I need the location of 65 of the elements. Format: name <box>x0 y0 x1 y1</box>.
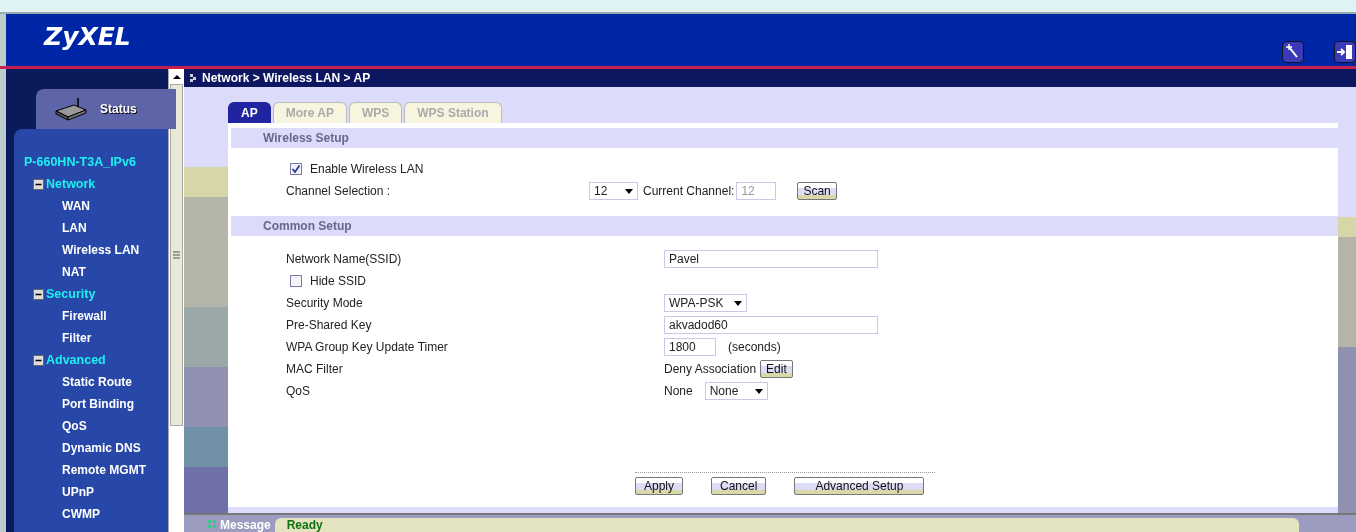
caret-icon <box>625 188 633 194</box>
field-label: Pre-Shared Key <box>286 318 373 332</box>
menu-group[interactable]: Network <box>46 177 96 191</box>
menu-item[interactable]: Dynamic DNS <box>62 441 141 455</box>
menu-item[interactable]: Static Route <box>62 375 132 389</box>
menu-item[interactable]: Filter <box>62 331 92 345</box>
input-field[interactable]: Pavel <box>664 250 878 268</box>
caret-icon <box>734 300 742 306</box>
menu-item[interactable]: Remote MGMT <box>62 463 146 477</box>
checkbox[interactable] <box>290 275 302 287</box>
checkbox-label: Enable Wireless LAN <box>310 162 424 176</box>
collapse-icon[interactable] <box>33 178 44 190</box>
checkbox[interactable] <box>290 163 302 175</box>
field-label: QoS <box>286 384 311 398</box>
router-icon <box>54 97 88 121</box>
collapse-icon[interactable] <box>33 288 44 300</box>
menu-group[interactable]: Security <box>46 287 96 301</box>
section-title: Wireless Setup <box>263 131 349 145</box>
input-field[interactable]: 1800 <box>664 338 716 356</box>
form-button[interactable]: Cancel <box>711 477 767 495</box>
menu-item[interactable]: QoS <box>62 419 87 433</box>
field-label: Security Mode <box>286 296 364 310</box>
field-label: Current Channel: <box>643 184 735 198</box>
dropdown[interactable]: None <box>704 382 768 400</box>
grip-icon <box>173 251 180 259</box>
status-text: None <box>664 384 693 398</box>
status-tab[interactable]: Status <box>100 102 137 116</box>
scrollbar-thumb[interactable] <box>170 84 183 426</box>
edit-button[interactable]: Edit <box>760 360 793 378</box>
menu-group[interactable]: Advanced <box>46 353 106 367</box>
collapse-icon[interactable] <box>33 354 44 366</box>
menu-item[interactable]: WAN <box>62 199 90 213</box>
bullet-icon <box>190 74 196 82</box>
field-label: MAC Filter <box>286 362 344 376</box>
checkbox-label: Hide SSID <box>310 274 367 288</box>
menu-item[interactable]: Port Binding <box>62 397 134 411</box>
field-label: Channel Selection : <box>286 184 392 198</box>
menu-item[interactable]: Firewall <box>62 309 107 323</box>
menu-item[interactable]: Wireless LAN <box>62 243 140 257</box>
input-field[interactable]: akvadod60 <box>664 316 878 334</box>
grip-icon <box>208 520 216 528</box>
dropdown[interactable]: WPA-PSK <box>664 294 747 312</box>
logout-icon[interactable] <box>1334 41 1356 63</box>
tab[interactable]: AP <box>228 102 271 123</box>
section-title: Common Setup <box>263 219 352 233</box>
status-message: Ready <box>274 518 1299 532</box>
field-label: WPA Group Key Update Timer <box>286 340 449 354</box>
dropdown[interactable]: 12 <box>589 182 638 200</box>
breadcrumb: Network > Wireless LAN > AP <box>202 71 371 85</box>
form-button[interactable]: Apply <box>635 477 684 495</box>
unit-label: (seconds) <box>728 340 781 354</box>
status-text: Deny Association <box>664 362 757 376</box>
scan-button[interactable]: Scan <box>797 182 837 200</box>
message-label: Message <box>220 518 271 532</box>
form-button[interactable]: Advanced Setup <box>794 477 925 495</box>
logo: ZyXEL <box>44 21 131 51</box>
field-label: Network Name(SSID) <box>286 252 403 266</box>
menu-item[interactable]: CWMP <box>62 507 100 521</box>
menu-item[interactable]: NAT <box>62 265 86 279</box>
device-name: P-660HN-T3A_IPv6 <box>23 155 137 171</box>
wand-icon[interactable] <box>1282 41 1304 63</box>
menu-item[interactable]: LAN <box>62 221 87 235</box>
menu-item[interactable]: UPnP <box>62 485 94 499</box>
caret-icon <box>754 388 763 394</box>
scroll-up-icon[interactable] <box>171 72 182 82</box>
